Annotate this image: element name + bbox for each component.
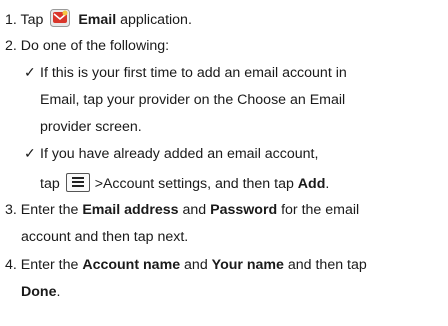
step-2: 2. Do one of the following: [5,37,169,55]
step-1: 1. Tap Email application. [5,9,192,29]
option-text: Email, tap your provider on the Choose a… [40,92,346,108]
email-app-icon [50,9,71,27]
option-text: If this is your first time to add an ema… [40,65,347,81]
option-2-line-1: ✓ If you have already added an email acco… [24,145,318,163]
step-text: Do one of the following: [20,38,170,54]
punctuation: . [325,176,330,192]
your-name-label: Your name [211,257,284,273]
option-text: If you have already added an email accou… [40,146,319,162]
option-1-line-2: Email, tap your provider on the Choose a… [40,91,345,109]
step-text: Enter the [20,202,83,218]
option-1-line-3: provider screen. [40,118,142,136]
email-app-name: Email [78,12,117,28]
step-number: 4. [5,257,17,273]
step-number: 3. [5,202,17,218]
step-4-line-2: Done. [21,283,60,301]
step-text: for the email [277,202,360,218]
step-number: 2. [5,38,17,54]
option-1-line-1: ✓ If this is your first time to add an em… [24,64,347,82]
check-icon: ✓ [24,65,36,81]
step-text: account and then tap next. [21,229,189,245]
done-label: Done [21,284,57,300]
option-2-line-2: tap >Account settings, and then tap Add. [40,173,329,193]
step-text: and then tap [283,257,367,273]
step-text: and [180,257,212,273]
step-text: Tap [20,12,44,28]
password-label: Password [210,202,278,218]
add-label: Add [297,176,326,192]
option-text: provider screen. [40,119,142,135]
step-number: 1. [5,12,17,28]
option-text: tap [40,176,60,192]
step-3: 3. Enter the Email address and Password … [5,201,359,219]
menu-key-icon [65,173,90,192]
option-text: >Account settings, and then tap [94,176,298,192]
step-text: Enter the [20,257,83,273]
step-text: and [178,202,211,218]
check-icon: ✓ [24,146,36,162]
email-address-label: Email address [82,202,179,218]
step-3-line-2: account and then tap next. [21,228,188,246]
step-4: 4. Enter the Account name and Your name … [5,256,367,274]
punctuation: . [56,284,61,300]
step-text-end: application. [116,12,192,28]
account-name-label: Account name [82,257,181,273]
